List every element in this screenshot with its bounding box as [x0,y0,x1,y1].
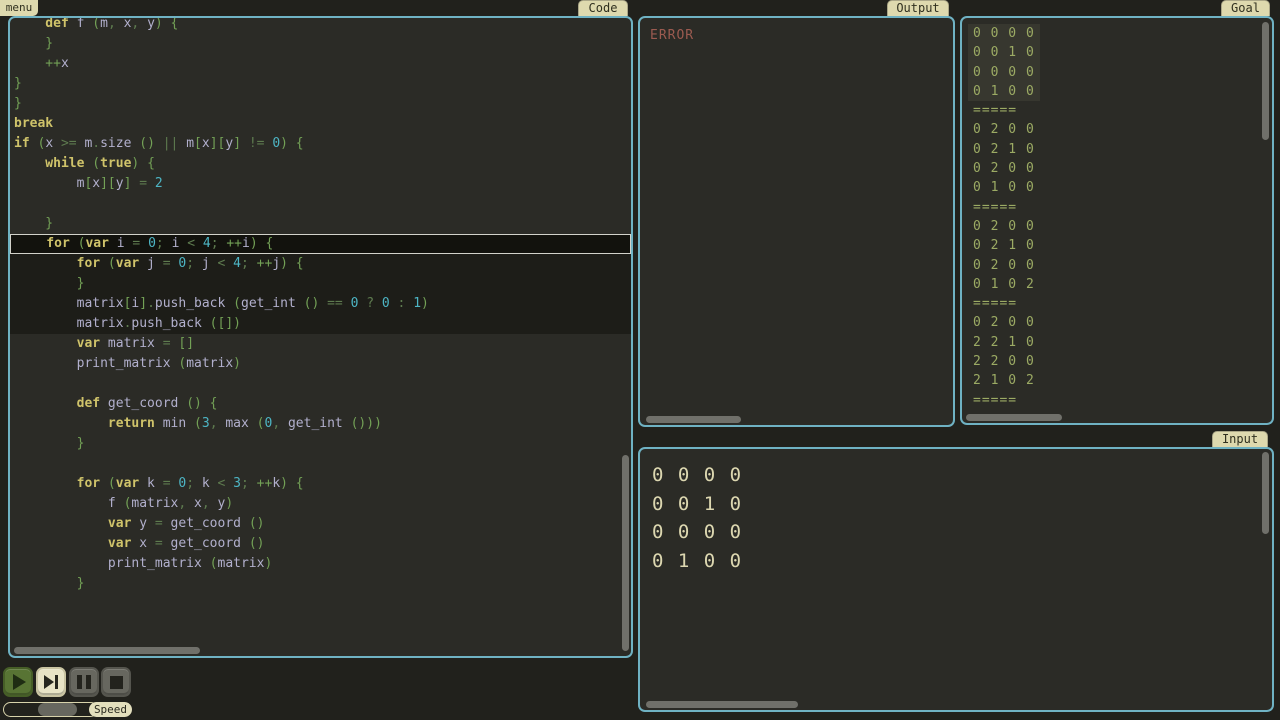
code-line[interactable]: break [10,114,631,134]
step-icon [44,675,58,689]
goal-line: 0 2 0 0 [968,159,1040,178]
stop-icon [110,676,123,689]
menu-button[interactable]: menu [0,0,38,16]
input-line: 0 0 1 0 [652,490,743,519]
goal-line: 0 2 0 0 [968,120,1040,139]
goal-line: 0 2 0 0 [968,313,1040,332]
play-icon [13,674,26,690]
goal-line: ===== [968,391,1022,410]
goal-line: ===== [968,294,1022,313]
code-line[interactable]: } [10,434,631,454]
goal-line-highlighted: 0 1 0 0 [968,82,1040,101]
input-line: 0 0 0 0 [652,518,743,547]
code-line[interactable]: def get_coord () { [10,394,631,414]
output-error-text: ERROR [650,28,694,43]
input-panel: 0 0 0 00 0 1 00 0 0 00 1 0 0 [638,447,1274,712]
tab-output[interactable]: Output [887,0,949,16]
goal-panel: 0 0 0 00 0 1 00 0 0 00 1 0 0=====0 2 0 0… [960,16,1274,425]
code-line[interactable]: for (var j = 0; j < 4; ++j) { [10,254,631,274]
output-horizontal-scrollbar[interactable] [646,416,741,423]
goal-line: ===== [968,101,1022,120]
code-line[interactable]: var matrix = [] [10,334,631,354]
input-line: 0 0 0 0 [652,461,743,490]
goal-line: 0 1 0 0 [968,178,1040,197]
pause-button[interactable] [69,667,99,697]
input-content: 0 0 0 00 0 1 00 0 0 00 1 0 0 [652,461,743,575]
input-vertical-scrollbar[interactable] [1262,452,1269,534]
goal-content: 0 0 0 00 0 1 00 0 0 00 1 0 0=====0 2 0 0… [968,24,1040,410]
code-editor[interactable]: def f (m, x, y) { } ++x}}breakif (x >= m… [10,16,631,594]
input-line: 0 1 0 0 [652,547,743,576]
goal-line-highlighted: 0 0 0 0 [968,24,1040,43]
code-line[interactable]: if (x >= m.size () || m[x][y] != 0) { [10,134,631,154]
code-line[interactable]: matrix.push_back ([]) [10,314,631,334]
code-line[interactable]: print_matrix (matrix) [10,354,631,374]
speed-label: Speed [89,702,132,717]
goal-line: 0 2 1 0 [968,140,1040,159]
code-line[interactable]: var y = get_coord () [10,514,631,534]
tab-input[interactable]: Input [1212,431,1268,447]
code-line[interactable]: return min (3, max (0, get_int ())) [10,414,631,434]
goal-line-highlighted: 0 0 0 0 [968,63,1040,82]
code-line[interactable]: ++x [10,54,631,74]
pause-icon [77,675,91,689]
stop-button[interactable] [101,667,131,697]
step-button[interactable] [36,667,66,697]
goal-horizontal-scrollbar[interactable] [966,414,1062,421]
goal-line: 2 2 0 0 [968,352,1040,371]
code-line[interactable]: var x = get_coord () [10,534,631,554]
code-line[interactable] [10,454,631,474]
goal-line: 0 2 0 0 [968,256,1040,275]
speed-slider-thumb[interactable] [38,703,77,716]
goal-line: 0 2 0 0 [968,217,1040,236]
goal-line: 0 1 0 2 [968,275,1040,294]
code-vertical-scrollbar[interactable] [622,455,629,651]
code-line[interactable]: } [10,94,631,114]
code-line[interactable]: def f (m, x, y) { [10,16,631,34]
code-panel[interactable]: def f (m, x, y) { } ++x}}breakif (x >= m… [8,16,633,658]
goal-line: 2 1 0 2 [968,371,1040,390]
code-line[interactable]: for (var i = 0; i < 4; ++i) { [10,234,631,254]
code-line[interactable]: } [10,574,631,594]
play-button[interactable] [3,667,33,697]
code-line[interactable]: m[x][y] = 2 [10,174,631,194]
code-line[interactable]: for (var k = 0; k < 3; ++k) { [10,474,631,494]
input-horizontal-scrollbar[interactable] [646,701,798,708]
code-line[interactable]: } [10,74,631,94]
speed-slider[interactable]: Speed [3,702,132,717]
code-line[interactable] [10,374,631,394]
code-line[interactable]: f (matrix, x, y) [10,494,631,514]
code-line[interactable]: print_matrix (matrix) [10,554,631,574]
code-horizontal-scrollbar[interactable] [14,647,200,654]
code-line[interactable]: } [10,274,631,294]
goal-vertical-scrollbar[interactable] [1262,22,1269,140]
goal-line: ===== [968,198,1022,217]
code-line[interactable]: while (true) { [10,154,631,174]
code-line[interactable]: } [10,214,631,234]
output-panel: ERROR [638,16,955,427]
code-line[interactable] [10,194,631,214]
goal-line: 2 2 1 0 [968,333,1040,352]
tab-goal[interactable]: Goal [1221,0,1270,16]
goal-line-highlighted: 0 0 1 0 [968,43,1040,62]
goal-line: 0 2 1 0 [968,236,1040,255]
code-line[interactable]: matrix[i].push_back (get_int () == 0 ? 0… [10,294,631,314]
code-line[interactable]: } [10,34,631,54]
tab-code[interactable]: Code [578,0,628,16]
